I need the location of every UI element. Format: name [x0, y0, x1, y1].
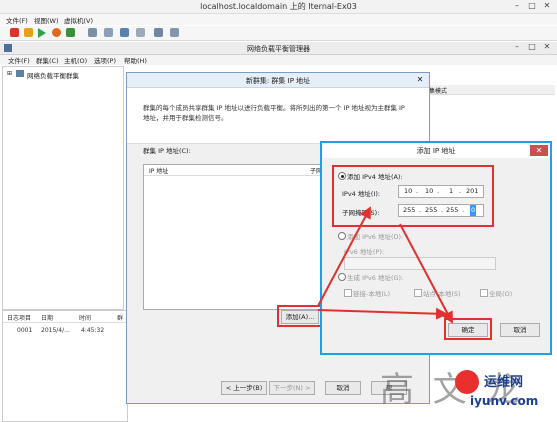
watermark-logo-icon — [455, 370, 479, 394]
arrow-to-ipv4 — [317, 206, 371, 307]
watermark-brand-cn: 运维网 — [484, 375, 524, 390]
arrow-to-ok — [317, 307, 448, 320]
watermark-brand-url: iyunv.com — [470, 394, 539, 408]
annotation-arrows — [317, 206, 453, 324]
arrow-ipv4-to-ok — [399, 223, 453, 324]
